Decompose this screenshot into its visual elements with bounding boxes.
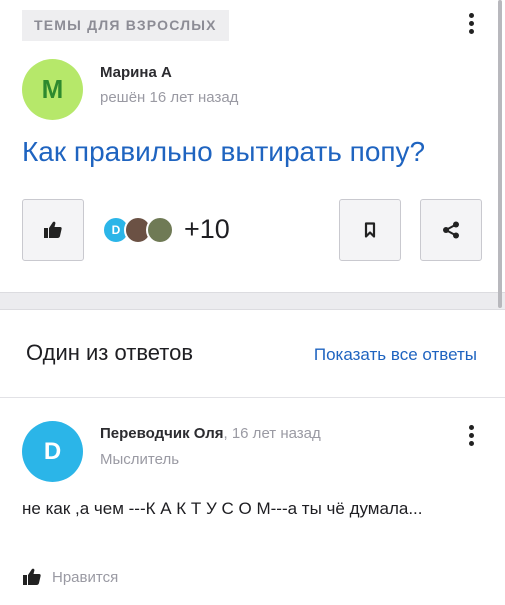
- avatar[interactable]: М: [22, 59, 83, 120]
- answer-like-button[interactable]: Нравится: [22, 568, 118, 586]
- answer-text: не как ,а чем ---К А К Т У С О М---а ты …: [22, 499, 423, 518]
- answers-heading: Один из ответов: [26, 340, 194, 365]
- bookmark-button[interactable]: [339, 199, 401, 261]
- bookmark-icon: [364, 222, 376, 238]
- author-name[interactable]: Марина А: [100, 64, 172, 81]
- question-status: решён 16 лет назад: [100, 89, 239, 106]
- share-button[interactable]: [420, 199, 482, 261]
- divider: [0, 397, 505, 398]
- show-all-answers-link[interactable]: Показать все ответы: [314, 345, 477, 365]
- question-title[interactable]: Как правильно вытирать попу?: [22, 136, 425, 168]
- thumbs-up-icon: [23, 568, 41, 585]
- scrollbar[interactable]: [498, 0, 502, 308]
- avatar[interactable]: D: [22, 421, 83, 482]
- answer-author: Переводчик Оля, 16 лет назад: [100, 425, 321, 442]
- answer-author-name[interactable]: Переводчик Оля: [100, 425, 224, 442]
- share-icon: [443, 221, 459, 239]
- likers-count[interactable]: +10: [184, 214, 230, 245]
- author-rank: Мыслитель: [100, 451, 180, 468]
- category-tag[interactable]: ТЕМЫ ДЛЯ ВЗРОСЛЫХ: [22, 10, 229, 41]
- question-card: ТЕМЫ ДЛЯ ВЗРОСЛЫХ М Марина А решён 16 ле…: [0, 0, 505, 293]
- more-options-icon[interactable]: [469, 13, 475, 37]
- like-label: Нравится: [52, 568, 119, 586]
- answer-time: , 16 лет назад: [223, 425, 321, 442]
- liker-avatar[interactable]: [146, 216, 174, 244]
- thumbs-up-icon: [44, 221, 62, 238]
- more-options-icon[interactable]: [469, 425, 475, 449]
- like-button[interactable]: [22, 199, 84, 261]
